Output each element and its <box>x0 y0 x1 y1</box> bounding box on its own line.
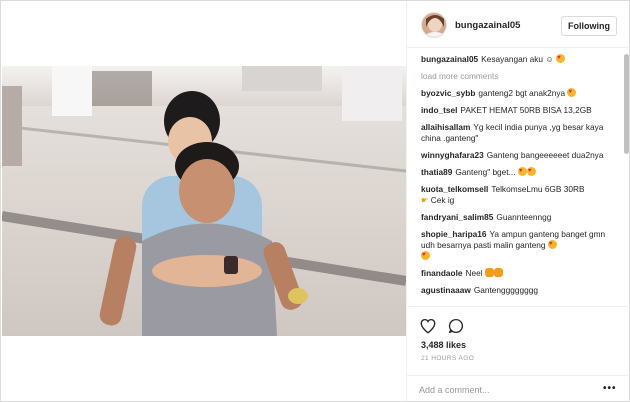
comment-text: Gantengggggggg <box>473 285 538 295</box>
avatar[interactable] <box>421 12 447 38</box>
heart-eyes-icon <box>556 54 566 64</box>
comment-text: Neel <box>465 268 483 278</box>
post-timestamp: 21 HOURS AGO <box>421 355 475 362</box>
comment-username[interactable]: shopie_haripa16 <box>421 229 486 239</box>
comment-username[interactable]: kuota_telkomsell <box>421 184 488 194</box>
smile-icon: ☺ <box>545 54 554 64</box>
comment-username[interactable]: thatia89 <box>421 167 452 177</box>
comment-item: finandaole Neel <box>421 268 617 279</box>
comment-text: PAKET HEMAT 50RB BISA 13,2GB <box>460 105 592 115</box>
comment-item: byozvic_sybb ganteng2 bgt anak2nya <box>421 87 617 99</box>
heart-eyes-icon <box>421 250 430 261</box>
comment-item: allaihisallam Yg kecil india punya ,yg be… <box>421 122 617 144</box>
comment-text: ganteng2 bgt anak2nya <box>478 88 566 98</box>
comment-item: winnyghafara23 Ganteng bangeeeeeet dua2ny… <box>421 150 617 161</box>
comment-item: fandryani_salim85 Guannteenngg <box>421 212 617 223</box>
comment-icon[interactable] <box>447 317 465 335</box>
comment-extra: Cek ig <box>430 195 455 205</box>
comment-item: thatia89 Ganteng" bget... <box>421 166 617 178</box>
heart-eyes-icon <box>526 166 536 177</box>
cat-face-icon <box>484 268 494 277</box>
comment-item: agustinaaaw Gantengggggggg <box>421 285 617 296</box>
heart-icon[interactable] <box>419 317 437 335</box>
comment-item: shopie_haripa16 Ya ampun ganteng banget g… <box>421 229 617 262</box>
post-sidebar: bungazainal05 Following bungazainal05 Kes… <box>406 2 630 401</box>
heart-eyes-icon <box>517 166 527 177</box>
comment-username[interactable]: winnyghafara23 <box>421 150 484 160</box>
comments-list[interactable]: bungazainal05Kesayangan aku ☺ load more … <box>407 54 630 306</box>
instagram-post-window: bungazainal05 Following bungazainal05 Kes… <box>0 0 630 402</box>
add-comment-bar: ••• <box>407 375 630 402</box>
caption-text: Kesayangan aku <box>481 54 543 64</box>
post-photo[interactable] <box>2 2 406 401</box>
comment-username[interactable]: byozvic_sybb <box>421 88 475 98</box>
comment-text: TelkomseLmu 6GB 30RB <box>491 184 585 194</box>
comment-username[interactable]: allaihisallam <box>421 122 470 132</box>
heart-eyes-icon <box>547 239 557 250</box>
post-actions: 3,488 likes 21 HOURS AGO ••• <box>407 306 630 401</box>
heart-eyes-icon <box>567 87 577 98</box>
comment-item: kuota_telkomsell TelkomseLmu 6GB 30RB ☛ C… <box>421 184 617 206</box>
comment-item: indo_tsel PAKET HEMAT 50RB BISA 13,2GB <box>421 105 617 116</box>
comments-scrollbar[interactable] <box>624 54 629 154</box>
post-image <box>2 66 406 336</box>
comment-username[interactable]: agustinaaaw <box>421 285 471 295</box>
comment-username[interactable]: fandryani_salim85 <box>421 212 493 222</box>
comment-text: Ganteng bangeeeeeet dua2nya <box>486 150 604 160</box>
cat-face-icon <box>493 268 503 277</box>
likes-count[interactable]: 3,488 likes <box>421 340 466 350</box>
comment-text: Ganteng" bget... <box>455 167 516 177</box>
following-button[interactable]: Following <box>561 16 617 36</box>
caption-username[interactable]: bungazainal05 <box>421 54 478 64</box>
header-username[interactable]: bungazainal05 <box>455 20 520 31</box>
more-options-icon[interactable]: ••• <box>603 383 617 394</box>
comment-username[interactable]: indo_tsel <box>421 105 457 115</box>
comment-username[interactable]: finandaole <box>421 268 463 278</box>
caption: bungazainal05 Kesayangan aku ☺ <box>421 54 617 65</box>
point-right-icon: ☛ <box>421 195 429 205</box>
comment-text: Guannteenngg <box>496 212 552 222</box>
load-more-comments-link[interactable]: load more comments <box>421 71 617 82</box>
post-header: bungazainal05 Following <box>407 2 630 48</box>
add-comment-input[interactable] <box>419 382 589 398</box>
